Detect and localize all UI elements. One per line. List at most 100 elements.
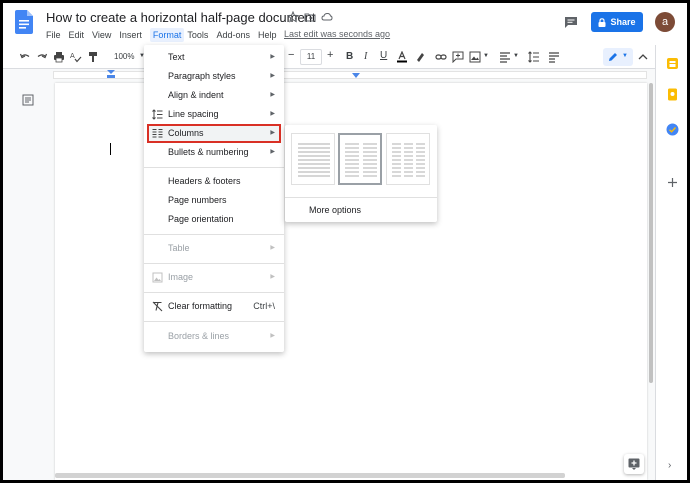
image-chevron-icon[interactable]: ▼ <box>483 53 489 59</box>
menu-item-columns[interactable]: Columns ▶ <box>147 124 281 143</box>
zoom-select[interactable]: 100% <box>114 52 134 61</box>
menu-bar: File Edit View Insert Format Tools Add-o… <box>46 28 284 42</box>
lock-icon <box>598 17 606 27</box>
menu-edit[interactable]: Edit <box>69 28 90 42</box>
menu-view[interactable]: View <box>92 28 116 42</box>
three-columns-preset[interactable] <box>386 133 430 185</box>
align-icon[interactable] <box>499 51 511 63</box>
highlight-color-icon[interactable] <box>414 51 426 63</box>
menu-item-headers-footers[interactable]: Headers & footers <box>144 172 284 191</box>
text-color-icon[interactable] <box>396 51 408 63</box>
menu-item-bullets-numbering[interactable]: Bullets & numbering ▶ <box>144 143 284 162</box>
menu-item-page-orientation[interactable]: Page orientation <box>144 210 284 229</box>
font-size-input[interactable]: 11 <box>300 49 322 65</box>
explore-button[interactable] <box>624 454 644 474</box>
menu-item-align-indent[interactable]: Align & indent ▶ <box>144 86 284 105</box>
submenu-arrow-icon: ▶ <box>270 111 275 117</box>
menu-divider <box>144 263 284 264</box>
submenu-arrow-icon: ▶ <box>270 149 275 155</box>
menu-item-paragraph-styles[interactable]: Paragraph styles ▶ <box>144 67 284 86</box>
two-columns-icon <box>345 143 377 177</box>
menu-item-clear-formatting[interactable]: Clear formatting Ctrl+\ <box>144 297 284 316</box>
cloud-saved-icon[interactable] <box>321 11 333 23</box>
submenu-arrow-icon: ▶ <box>270 54 275 60</box>
line-spacing-icon <box>152 109 163 120</box>
horizontal-scrollbar[interactable] <box>55 473 565 478</box>
collapse-menus-icon[interactable] <box>637 51 649 63</box>
add-addon-icon[interactable] <box>666 176 679 189</box>
spell-check-icon[interactable]: A <box>70 51 82 63</box>
star-icon[interactable] <box>287 11 299 23</box>
align-chevron-icon[interactable]: ▼ <box>513 53 519 59</box>
vertical-scrollbar[interactable] <box>647 83 655 473</box>
menu-tools[interactable]: Tools <box>187 28 213 42</box>
share-button[interactable]: Share <box>591 12 643 32</box>
bold-icon[interactable]: B <box>346 51 353 62</box>
menu-help[interactable]: Help <box>258 28 282 42</box>
document-outline-icon[interactable] <box>22 94 34 106</box>
submenu-arrow-icon: ▶ <box>270 245 275 251</box>
paint-format-icon[interactable] <box>87 51 99 63</box>
scrollbar-thumb[interactable] <box>649 83 653 383</box>
more-options-item[interactable]: More options <box>309 205 361 215</box>
underline-icon[interactable]: U <box>380 50 387 61</box>
share-label: Share <box>610 17 636 27</box>
menu-item-line-spacing[interactable]: Line spacing ▶ <box>144 105 284 124</box>
one-column-icon <box>298 143 330 177</box>
vertical-ruler[interactable] <box>3 83 13 473</box>
tasks-icon[interactable] <box>666 123 679 136</box>
menu-add-ons[interactable]: Add-ons <box>216 28 255 42</box>
header: How to create a horizontal half-page doc… <box>3 3 687 45</box>
app-window: How to create a horizontal half-page doc… <box>3 3 687 480</box>
text-cursor <box>110 143 111 155</box>
comment-history-icon[interactable] <box>564 16 578 29</box>
editing-mode-button[interactable]: ▼ <box>603 48 633 66</box>
menu-file[interactable]: File <box>46 28 66 42</box>
print-icon[interactable] <box>53 51 65 63</box>
clear-formatting-icon <box>152 301 163 312</box>
line-spacing-toolbar-icon[interactable] <box>528 51 540 63</box>
side-panel <box>655 45 687 480</box>
document-title[interactable]: How to create a horizontal half-page doc… <box>46 10 316 25</box>
right-indent-marker-icon[interactable] <box>352 70 360 79</box>
sheets-icon[interactable] <box>666 57 679 70</box>
redo-icon[interactable] <box>36 51 48 63</box>
menu-divider <box>144 292 284 293</box>
decrease-font-size-icon[interactable]: − <box>288 49 294 61</box>
image-icon <box>152 272 163 283</box>
shortcut-label: Ctrl+\ <box>253 301 275 311</box>
menu-item-text[interactable]: Text ▶ <box>144 48 284 67</box>
italic-icon[interactable]: I <box>364 51 367 62</box>
account-avatar[interactable]: a <box>655 12 675 32</box>
submenu-arrow-icon: ▶ <box>270 73 275 79</box>
ruler-track <box>53 71 647 79</box>
move-to-folder-icon[interactable] <box>304 11 316 23</box>
explore-icon <box>628 458 640 470</box>
menu-item-page-numbers[interactable]: Page numbers <box>144 191 284 210</box>
submenu-arrow-icon: ▶ <box>270 333 275 339</box>
last-edit-link[interactable]: Last edit was seconds ago <box>284 29 390 39</box>
svg-text:A: A <box>70 52 75 60</box>
keep-icon[interactable] <box>666 88 679 101</box>
add-comment-icon[interactable] <box>452 51 464 63</box>
undo-icon[interactable] <box>19 51 31 63</box>
submenu-divider <box>285 197 437 198</box>
left-indent-marker-icon[interactable] <box>107 70 115 79</box>
editing-mode-chevron-icon: ▼ <box>622 53 628 59</box>
format-menu: Text ▶ Paragraph styles ▶ Align & indent… <box>144 45 284 352</box>
toolbar: A 100% ▼ − 11 + B I U ▼ ▼ ▼ <box>3 45 655 69</box>
one-column-preset[interactable] <box>291 133 335 185</box>
menu-format[interactable]: Format <box>149 28 185 42</box>
menu-item-image: Image ▶ <box>144 268 284 287</box>
checklist-icon[interactable] <box>548 51 560 63</box>
increase-font-size-icon[interactable]: + <box>327 49 333 61</box>
show-side-panel-icon[interactable]: › <box>668 460 671 471</box>
insert-link-icon[interactable] <box>435 51 447 63</box>
insert-image-icon[interactable] <box>469 51 481 63</box>
docs-logo-icon[interactable] <box>15 10 33 34</box>
menu-divider <box>144 321 284 322</box>
columns-icon <box>152 128 163 138</box>
horizontal-ruler[interactable] <box>3 70 655 80</box>
menu-insert[interactable]: Insert <box>119 28 147 42</box>
two-columns-preset[interactable] <box>338 133 382 185</box>
